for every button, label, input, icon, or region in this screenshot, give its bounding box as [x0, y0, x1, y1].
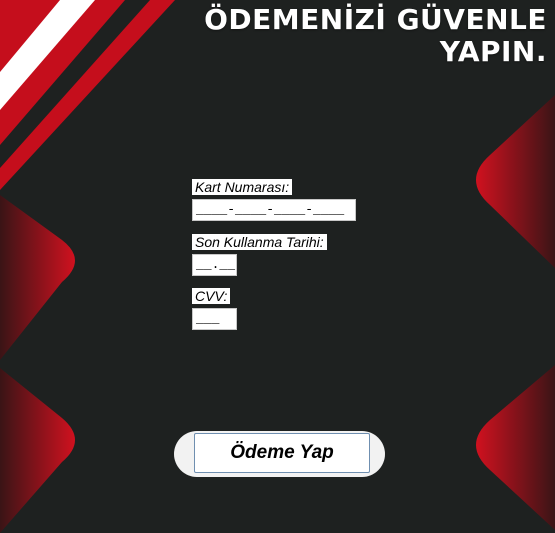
card-number-input[interactable]: ____-____-____-____ [192, 199, 356, 221]
pay-button[interactable]: Ödeme Yap [194, 433, 370, 473]
cvv-label: CVV: [192, 288, 231, 304]
card-number-label: Kart Numarası: [192, 179, 293, 195]
expiry-input[interactable]: __.__ [192, 254, 237, 276]
expiry-label: Son Kullanma Tarihi: [192, 234, 327, 250]
right-chevron-top [476, 95, 555, 268]
title-line-1: ÖDEMENİZİ GÜVENLE [204, 3, 547, 36]
left-chevron-top [0, 195, 75, 360]
right-chevron-bottom [476, 365, 555, 530]
page-title: ÖDEMENİZİ GÜVENLE YAPIN. [204, 4, 547, 68]
left-chevron-bottom [0, 368, 75, 533]
cvv-input[interactable]: ___ [192, 308, 237, 330]
title-line-2: YAPIN. [439, 35, 547, 68]
